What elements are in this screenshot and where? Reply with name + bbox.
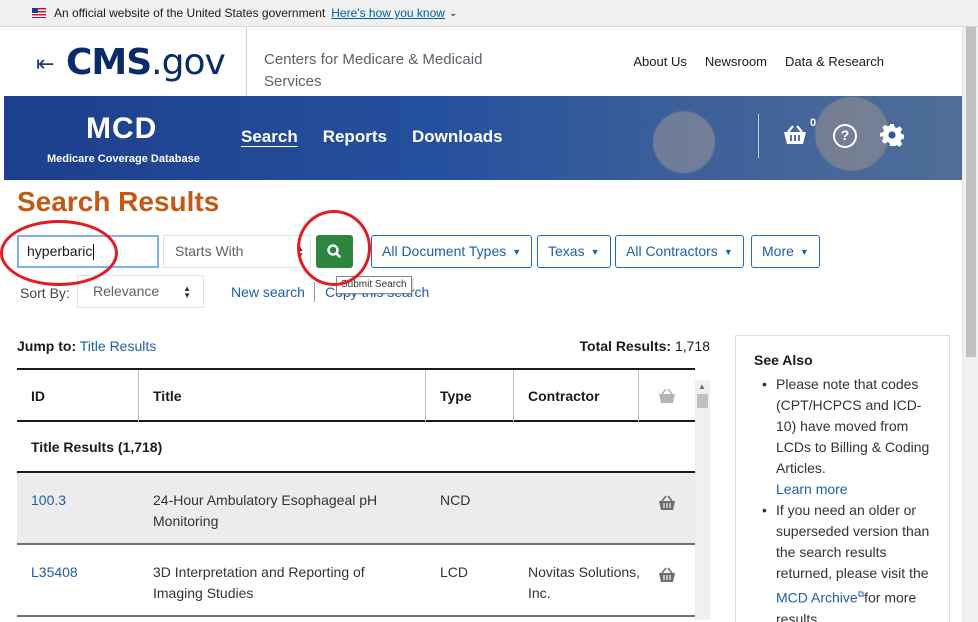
table-header: ID Title Type Contractor (17, 368, 695, 422)
caret-down-icon: ▼ (512, 247, 522, 257)
basket-icon[interactable] (782, 124, 808, 146)
mcd-nav: Search Reports Downloads (241, 127, 503, 147)
match-mode-select[interactable]: Starts With ▲ ▼ (163, 235, 311, 268)
state-dropdown[interactable]: Texas ▼ (537, 235, 611, 268)
column-id[interactable]: ID (17, 370, 139, 422)
tab-downloads[interactable]: Downloads (412, 127, 503, 147)
gear-icon[interactable] (880, 123, 904, 147)
new-search-link[interactable]: New search (231, 284, 305, 300)
tab-search[interactable]: Search (241, 127, 298, 147)
group-title-results: Title Results (1,718) (17, 422, 695, 473)
add-to-basket-icon[interactable] (658, 567, 676, 583)
submit-search-button[interactable] (316, 235, 353, 268)
caret-down-icon: ▼ (723, 247, 733, 257)
basket-count: 0 (810, 117, 817, 129)
more-filters-dropdown[interactable]: More ▼ (751, 235, 820, 268)
table-row: 100.3 24-Hour Ambulatory Esophageal pH M… (17, 473, 695, 545)
back-arrow-icon[interactable]: ⇤ (36, 51, 54, 77)
jump-to: Jump to: Title Results (17, 338, 157, 354)
row-id-link[interactable]: 100.3 (31, 490, 66, 511)
nav-newsroom[interactable]: Newsroom (705, 54, 767, 69)
total-results-value: 1,718 (674, 338, 710, 354)
link-separator (314, 282, 315, 302)
submit-search-tooltip: Submit Search (336, 276, 412, 294)
see-also-item: If you need an older or superseded versi… (754, 500, 931, 622)
contractors-dropdown[interactable]: All Contractors ▼ (615, 235, 744, 268)
search-icon (327, 244, 341, 258)
gov-banner: An official website of the United States… (0, 0, 978, 27)
cms-logo[interactable]: CMS.gov (66, 42, 226, 83)
page-scrollbar-thumb[interactable] (966, 27, 976, 357)
page-title: Search Results (17, 186, 220, 217)
basket-icon (659, 388, 675, 403)
top-nav: About Us Newsroom Data & Research (633, 54, 884, 69)
table-row: L35408 3D Interpretation and Reporting o… (17, 545, 695, 617)
select-arrows-icon: ▲ ▼ (183, 284, 191, 300)
nav-about-us[interactable]: About Us (633, 54, 686, 69)
site-header: ⇤ CMS.gov Centers for Medicare & Medicai… (4, 27, 978, 96)
agency-name: Centers for Medicare & Medicaid Services (264, 51, 483, 90)
row-contractor: Novitas Solutions, Inc. (528, 564, 641, 601)
sort-select[interactable]: Relevance ▲ ▼ (77, 275, 204, 308)
see-also-title: See Also (754, 352, 813, 368)
caret-down-icon: ▼ (799, 247, 809, 257)
document-types-dropdown[interactable]: All Document Types ▼ (371, 235, 533, 268)
nav-divider (758, 114, 759, 158)
jump-title-results-link[interactable]: Title Results (80, 338, 157, 354)
row-id-link[interactable]: L35408 (31, 562, 78, 583)
row-type: NCD (440, 492, 471, 508)
add-to-basket-icon[interactable] (658, 495, 676, 511)
sort-label: Sort By: (20, 285, 70, 301)
learn-more-link[interactable]: Learn more (776, 481, 848, 497)
scroll-up-icon: ▲ (698, 382, 706, 391)
chevron-down-icon[interactable]: ⌄ (449, 8, 457, 19)
match-mode-value: Starts With (175, 243, 244, 259)
header-divider (246, 27, 247, 96)
page-scrollbar[interactable] (962, 27, 978, 622)
nav-data-research[interactable]: Data & Research (785, 54, 884, 69)
column-title[interactable]: Title (139, 370, 426, 422)
caret-down-icon: ▼ (590, 247, 600, 257)
row-title: 24-Hour Ambulatory Esophageal pH Monitor… (153, 492, 378, 529)
help-icon[interactable]: ? (833, 124, 857, 148)
see-also-item: Please note that codes (CPT/HCPCS and IC… (754, 374, 931, 500)
sort-value: Relevance (93, 283, 160, 299)
see-also-panel: See Also Please note that codes (CPT/HCP… (735, 335, 950, 622)
us-flag-icon (32, 8, 46, 18)
tab-reports[interactable]: Reports (323, 127, 387, 147)
total-results: Total Results: 1,718 (579, 338, 710, 354)
table-scrollbar[interactable]: ▲ (695, 380, 710, 620)
select-arrows-icon: ▲ ▼ (296, 244, 304, 260)
mcd-title[interactable]: MCD (86, 112, 157, 146)
mcd-banner: MCD Medicare Coverage Database Search Re… (4, 96, 962, 180)
text-caret (93, 244, 95, 261)
row-type: LCD (440, 564, 469, 580)
search-input-value: hyperbaric (27, 243, 93, 259)
mcd-archive-link[interactable]: MCD Archive (776, 590, 858, 606)
gov-banner-text: An official website of the United States… (54, 6, 326, 20)
table-scrollbar-thumb (697, 394, 708, 408)
search-input[interactable]: hyperbaric (17, 235, 159, 268)
mcd-subtitle: Medicare Coverage Database (47, 153, 200, 165)
row-title: 3D Interpretation and Reporting of Imagi… (153, 564, 365, 601)
heres-how-you-know-link[interactable]: Here's how you know (331, 6, 445, 20)
column-type[interactable]: Type (426, 370, 514, 422)
column-contractor[interactable]: Contractor (514, 370, 639, 422)
